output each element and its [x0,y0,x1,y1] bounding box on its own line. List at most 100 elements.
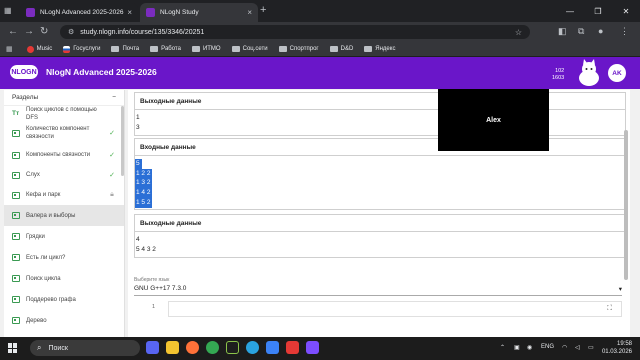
sidebar-item-component-count[interactable]: Количество компонент связности ✓ [4,121,124,145]
bookmark-star-icon[interactable]: ☆ [515,28,522,37]
search-icon: ⌕ [37,343,42,352]
sidebar-item-is-there-cycle[interactable]: Есть ли цикл? [4,247,124,268]
output-line: 3 [136,123,140,131]
chrome-icon[interactable] [206,341,219,354]
profile-icon[interactable]: ● [598,26,603,36]
discord-icon[interactable] [146,341,159,354]
input-line[interactable]: 1 2 2 [135,168,153,179]
sidebar-item-kefa-park[interactable]: Кефа и парк 🔒︎ [4,185,124,205]
problem-icon [12,171,20,179]
url-text[interactable]: study.nlogn.info/course/135/3346/20251 [80,29,515,36]
tray-chevron-icon[interactable]: ⌃ [500,344,505,351]
wifi-icon[interactable]: ◠ [562,344,567,351]
sidebar-item-components[interactable]: Компоненты связности ✓ [4,145,124,165]
browser-tab-course[interactable]: NLogN Advanced 2025-2026 - S × [20,3,138,22]
reload-icon[interactable]: ↻ [40,26,48,38]
browser-tab-study[interactable]: NLogN Study × [140,3,258,22]
extension-icon[interactable]: ◧ [558,26,567,37]
time: 19:58 [616,341,632,347]
nlogn-favicon-icon [26,8,35,17]
sidebar-item-subtree[interactable]: Поддерево графа [4,289,124,310]
sample-output-title: Выходные данные [135,93,625,110]
code-editor[interactable]: 1 ⛶ [134,301,622,319]
bookmark-dnd[interactable]: D&D [329,46,353,52]
clock[interactable]: 19:58 01.03.2026 [602,340,632,356]
folder-icon [191,46,200,52]
firefox-icon[interactable] [186,341,199,354]
tray-app-icon[interactable]: ◉ [527,344,532,351]
omnibox[interactable]: ⚙ study.nlogn.info/course/135/3346/20251… [60,25,530,39]
volume-icon[interactable]: ◁ [575,344,580,351]
sidebar-item-rumor[interactable]: Слух ✓ [4,165,124,185]
app-icon[interactable] [286,341,299,354]
bookmark-sportprog[interactable]: Спортпрог [278,46,319,52]
sidebar-item-label: Грядки [26,233,45,240]
sidebar-scrollbar[interactable] [121,106,124,176]
menu-dots-icon[interactable]: ⋮ [620,26,629,37]
tray-app-icon[interactable]: ▣ [514,344,520,351]
input-line[interactable]: 1 4 2 [135,188,153,198]
app-icon[interactable] [266,341,279,354]
sidebar-title: Разделы [12,94,39,101]
sample-input-body[interactable]: 5 1 2 2 1 3 2 1 4 2 1 5 2 [135,156,625,208]
tab-search-icon[interactable]: ▦ [4,6,14,16]
bookmark-itmo[interactable]: ИТМО [191,46,221,52]
app-icon[interactable] [306,341,319,354]
folder-icon [231,46,240,52]
code-input-area[interactable] [168,301,622,317]
input-line[interactable]: 1 5 2 [135,197,153,208]
bookmark-gosuslugi[interactable]: Госуслуги [63,45,100,53]
sidebar-header: Разделы − [4,90,124,106]
sidebar-item-valera-elections[interactable]: Валера и выборы [4,205,124,226]
language-indicator[interactable]: ENG [541,344,554,350]
language-select[interactable]: GNU G++17 7.3.0 ▾ [134,285,622,296]
sidebar-item-dfs-cycles[interactable]: Tт Поиск циклов с помощью DFS [4,106,124,121]
sidebar-item-find-cycle[interactable]: Поиск цикла [4,268,124,289]
bookmark-mail[interactable]: Почта [111,46,139,52]
bookmark-music[interactable]: Music [26,45,52,53]
bookmark-label: Соц.сети [242,46,268,52]
page-scrollbar[interactable] [624,130,628,280]
problem-icon [12,317,20,324]
windows-start-icon[interactable] [8,343,18,353]
sidebar-item-label: Кефа и парк [26,192,61,198]
close-icon[interactable]: × [247,8,252,17]
user-stats: 102 1603 [552,68,564,82]
maximize-icon[interactable]: ❐ [584,0,612,22]
minimize-icon[interactable]: — [556,0,584,22]
course-title[interactable]: NlogN Advanced 2025-2026 [46,67,157,77]
nlogn-logo[interactable]: NLOGN [10,65,38,79]
battery-icon[interactable]: ▭ [588,344,594,351]
sidebar-item-label: Слух [26,172,40,178]
input-line[interactable]: 5 [135,159,142,169]
avatar[interactable]: AK [608,64,626,82]
extensions-puzzle-icon[interactable]: ⧉ [578,26,584,37]
forward-icon[interactable]: → [24,26,34,38]
sidebar-item-tree[interactable]: Дерево [4,310,124,331]
sidebar-item-garden-beds[interactable]: Грядки [4,226,124,247]
check-icon: ✓ [109,172,115,179]
file-explorer-icon[interactable] [166,341,179,354]
telegram-icon[interactable] [246,341,259,354]
windows-taskbar: ⌕ Поиск ⌃ ▣ ◉ ENG ◠ ◁ ▭ 19:58 01.03.2026 [0,337,640,360]
bookmark-social[interactable]: Соц.сети [231,46,268,52]
bookmark-work[interactable]: Работа [150,46,181,52]
close-window-icon[interactable]: ✕ [612,0,640,22]
bookmark-yandex[interactable]: Яндекс [364,46,395,52]
address-bar-row: ← → ↻ ⚙ study.nlogn.info/course/135/3346… [0,22,640,42]
back-icon[interactable]: ← [8,26,18,38]
music-icon [26,45,34,53]
ide-icon[interactable] [226,341,239,354]
language-value: GNU G++17 7.3.0 [134,285,187,292]
close-icon[interactable]: × [127,8,132,17]
new-tab-button[interactable]: + [260,4,266,16]
apps-grid-icon[interactable]: ▦ [6,45,13,53]
collapse-icon[interactable]: − [112,94,116,101]
site-info-icon[interactable]: ⚙ [68,28,74,36]
fullscreen-icon[interactable]: ⛶ [607,305,612,313]
video-call-overlay[interactable]: Alex [438,89,549,151]
input-line[interactable]: 1 3 2 [135,178,153,189]
taskbar-search[interactable]: ⌕ Поиск [30,340,140,356]
bookmark-label: Спортпрог [289,46,319,52]
sections-sidebar: Разделы − Tт Поиск циклов с помощью DFS … [4,90,125,337]
